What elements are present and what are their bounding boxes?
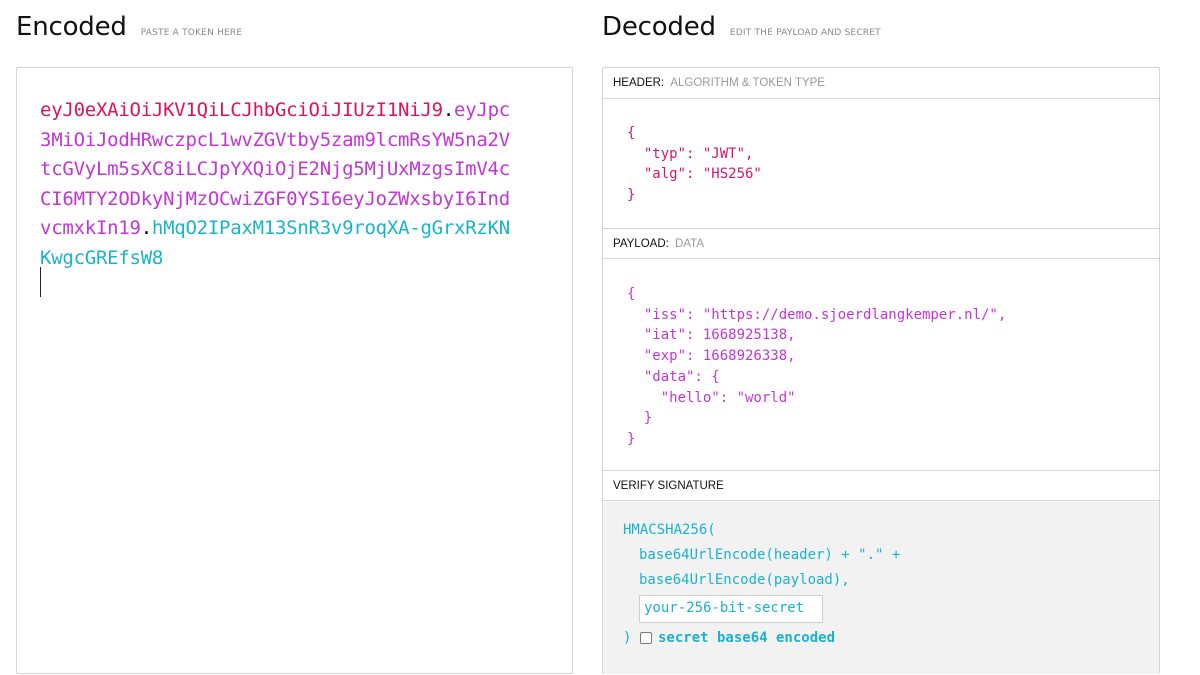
close-paren: ) bbox=[623, 630, 632, 646]
token-header-part: eyJ0eXAiOiJKV1QiLCJhbGciOiJIUzI1NiJ9 bbox=[40, 99, 443, 121]
header-section-sublabel: ALGORITHM & TOKEN TYPE bbox=[670, 77, 825, 89]
encoded-heading: Encoded PASTE A TOKEN HERE bbox=[16, 12, 242, 42]
payload-section-sublabel: DATA bbox=[675, 238, 704, 250]
decoded-panel: HEADER: ALGORITHM & TOKEN TYPE { "typ": … bbox=[602, 67, 1160, 674]
secret-base64-checkbox[interactable] bbox=[640, 632, 652, 644]
verify-section-title: VERIFY SIGNATURE bbox=[603, 470, 1159, 501]
hmac-function-line: HMACSHA256( bbox=[623, 522, 716, 538]
token-dot: . bbox=[442, 99, 455, 121]
header-section-title: HEADER: ALGORITHM & TOKEN TYPE bbox=[603, 68, 1159, 99]
encoded-subtitle: PASTE A TOKEN HERE bbox=[140, 28, 243, 38]
payload-section-title: PAYLOAD: DATA bbox=[603, 228, 1159, 259]
payload-encode-line: base64UrlEncode(payload), bbox=[639, 572, 850, 588]
decoded-title: Decoded bbox=[602, 12, 716, 42]
verify-section-label: VERIFY SIGNATURE bbox=[613, 480, 724, 492]
encoded-title: Encoded bbox=[16, 12, 127, 42]
secret-base64-label[interactable]: secret base64 encoded bbox=[658, 630, 835, 646]
decoded-subtitle: EDIT THE PAYLOAD AND SECRET bbox=[729, 28, 881, 38]
header-json-editor[interactable]: { "typ": "JWT", "alg": "HS256" } bbox=[627, 123, 762, 206]
encoded-token-editor[interactable]: eyJ0eXAiOiJKV1QiLCJhbGciOiJIUzI1NiJ9.eyJ… bbox=[16, 67, 573, 674]
header-section-label: HEADER: bbox=[613, 77, 665, 89]
payload-json-editor[interactable]: { "iss": "https://demo.sjoerdlangkemper.… bbox=[627, 284, 1006, 450]
verify-signature-area: HMACSHA256( base64UrlEncode(header) + ".… bbox=[603, 502, 1159, 674]
decoded-heading: Decoded EDIT THE PAYLOAD AND SECRET bbox=[602, 12, 881, 42]
encoded-token-text[interactable]: eyJ0eXAiOiJKV1QiLCJhbGciOiJIUzI1NiJ9.eyJ… bbox=[40, 96, 510, 273]
text-caret bbox=[40, 267, 41, 297]
secret-input[interactable]: your-256-bit-secret bbox=[639, 595, 823, 623]
token-dot: . bbox=[140, 217, 152, 239]
payload-section-label: PAYLOAD: bbox=[613, 238, 669, 250]
header-encode-line: base64UrlEncode(header) + "." + bbox=[639, 547, 901, 563]
